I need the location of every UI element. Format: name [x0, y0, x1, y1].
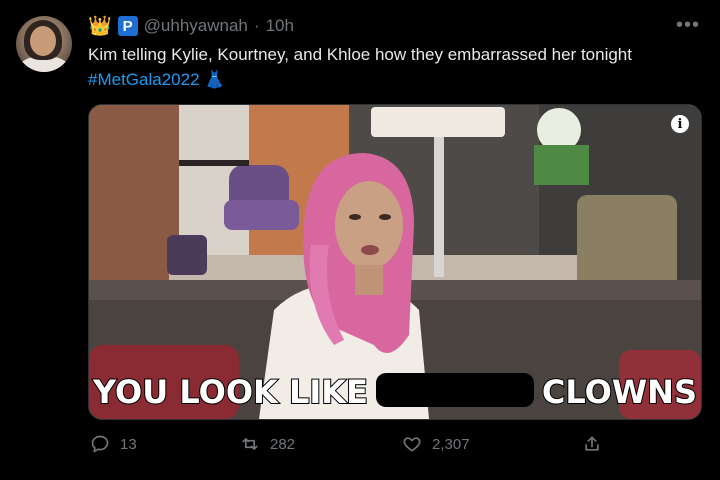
separator: ·: [253, 16, 260, 35]
tweet-actions: 13 282 2,307: [88, 434, 608, 462]
info-icon[interactable]: i: [671, 115, 689, 133]
like-count: 2,307: [432, 435, 470, 453]
reply-icon: [91, 435, 109, 453]
timestamp[interactable]: 10h: [266, 16, 294, 36]
more-options-icon[interactable]: •••: [676, 14, 700, 37]
retweet-count: 282: [270, 435, 296, 453]
like-button[interactable]: 2,307: [402, 434, 470, 454]
p-badge-icon: P: [117, 16, 138, 36]
reply-count: 13: [120, 435, 137, 453]
retweet-icon: [242, 438, 258, 450]
censor-bar: [375, 373, 534, 407]
user-handle[interactable]: @uhhyawnah: [144, 16, 248, 36]
retweet-button[interactable]: 282: [240, 434, 295, 454]
caption-before: YOU LOOK LIKE: [92, 372, 369, 412]
tweet-text: Kim telling Kylie, Kourtney, and Khloe h…: [88, 42, 688, 92]
crown-icon: 👑: [88, 15, 112, 37]
heart-icon: [403, 437, 421, 452]
caption-after: CLOWNS: [541, 372, 698, 412]
tweet-header: 👑 P @uhhyawnah · 10h: [88, 14, 294, 38]
share-button[interactable]: [582, 434, 602, 454]
reply-button[interactable]: 13: [90, 434, 137, 454]
video-caption: YOU LOOK LIKE CLOWNS: [89, 372, 701, 412]
tweet-body: Kim telling Kylie, Kourtney, and Khloe h…: [88, 45, 632, 64]
video-frame: [89, 105, 701, 419]
video-media[interactable]: i YOU LOOK LIKE CLOWNS: [88, 104, 702, 420]
avatar[interactable]: [16, 16, 72, 72]
dress-emoji: 👗: [204, 70, 226, 89]
hashtag-link[interactable]: #MetGala2022: [88, 70, 200, 89]
share-icon: [585, 436, 599, 451]
